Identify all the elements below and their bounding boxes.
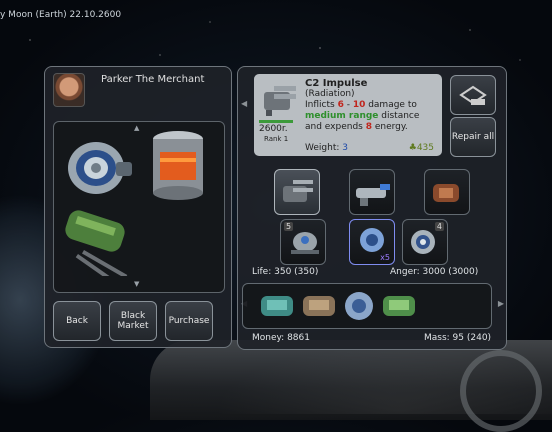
slot-count-badge: 4: [434, 222, 444, 231]
chevron-left-icon[interactable]: ◀: [241, 99, 247, 108]
green-heavy-cannon-icon: [65, 210, 128, 281]
merchant-avatar: [53, 73, 85, 107]
credits-icon: ♣: [408, 143, 417, 153]
twin-cannon-icon: [283, 180, 313, 202]
ship-config-icon: [459, 85, 487, 105]
desc-text: damage to: [365, 100, 417, 110]
module-slot-3[interactable]: 4: [402, 219, 448, 265]
money-stat: Money: 8861: [252, 333, 310, 343]
blaster-gun-icon: [356, 184, 390, 206]
weight-label: Weight:: [305, 143, 343, 153]
range-text: medium range: [305, 111, 379, 121]
green-heavy-cannon-item[interactable]: [60, 210, 140, 281]
green-drone-icon[interactable]: [379, 288, 419, 324]
item-description: Inflicts 6 - 10 damage to medium range d…: [305, 100, 439, 133]
purchase-button[interactable]: Purchase: [165, 301, 213, 341]
location-status: y Moon (Earth) 22.10.2600: [0, 10, 122, 20]
slot-count-badge: 5: [284, 222, 294, 231]
ship-config-button[interactable]: [450, 75, 496, 115]
orange-fuel-canister-icon: [153, 131, 203, 200]
blue-capsule-icon[interactable]: [339, 288, 379, 324]
item-weight: Weight: 3: [305, 143, 348, 153]
repair-all-button[interactable]: Repair all: [450, 117, 496, 157]
orange-fuel-canister-item[interactable]: [150, 130, 206, 202]
weight-value: 3: [342, 143, 348, 153]
twin-cannon-icon: [264, 86, 296, 116]
stack-multiplier: x5: [380, 253, 390, 262]
desc-text: energy.: [371, 122, 408, 132]
ship-panel: ◀ ◀ ▶ 2600r. Rank 1 C2 Impulse (Radiatio…: [237, 66, 507, 350]
equipment-slot-3[interactable]: [424, 169, 470, 215]
item-repair-cost: ♣435: [409, 143, 434, 153]
item-price: 2600r.: [259, 124, 288, 134]
desc-text: Inflicts: [305, 100, 338, 110]
back-button[interactable]: Back: [53, 301, 101, 341]
equipment-slot-2[interactable]: [349, 169, 395, 215]
brown-drone-icon[interactable]: [299, 288, 339, 324]
damage-max: 10: [352, 100, 366, 110]
black-market-button[interactable]: Black Market: [109, 301, 157, 341]
repair-cost-value: 435: [416, 143, 434, 153]
ring-emitter-module-item[interactable]: [62, 136, 134, 200]
item-damage-type: (Radiation): [305, 89, 355, 99]
equipment-slot-1[interactable]: [274, 169, 320, 215]
item-info-card: 2600r. Rank 1 C2 Impulse (Radiation) Inf…: [254, 74, 442, 156]
module-slot-1[interactable]: 5: [280, 219, 326, 265]
item-title: C2 Impulse: [305, 78, 368, 89]
chevron-right-icon-cargo[interactable]: ▶: [498, 299, 504, 308]
life-stat: Life: 350 (350): [252, 267, 319, 277]
merchant-inventory[interactable]: ▲ ▼: [53, 121, 225, 293]
spaceship-ring-background: [460, 350, 542, 432]
cargo-bay[interactable]: [242, 283, 492, 329]
teal-drone-icon[interactable]: [257, 288, 297, 324]
ring-emitter-module-icon: [68, 142, 132, 194]
desc-text: -: [343, 100, 353, 110]
scroll-up-icon[interactable]: ▲: [134, 124, 139, 132]
copper-launcher-icon: [433, 184, 459, 202]
scroll-down-icon[interactable]: ▼: [134, 280, 139, 288]
anger-stat: Anger: 3000 (3000): [390, 267, 479, 277]
merchant-panel: Parker The Merchant ▲ ▼ Back Black Marke…: [44, 66, 232, 348]
item-rank: Rank 1: [264, 135, 289, 143]
item-condition-bar: [259, 120, 293, 123]
mass-stat: Mass: 95 (240): [424, 333, 492, 343]
module-slot-2[interactable]: x5: [349, 219, 395, 265]
merchant-name: Parker The Merchant: [101, 74, 205, 85]
